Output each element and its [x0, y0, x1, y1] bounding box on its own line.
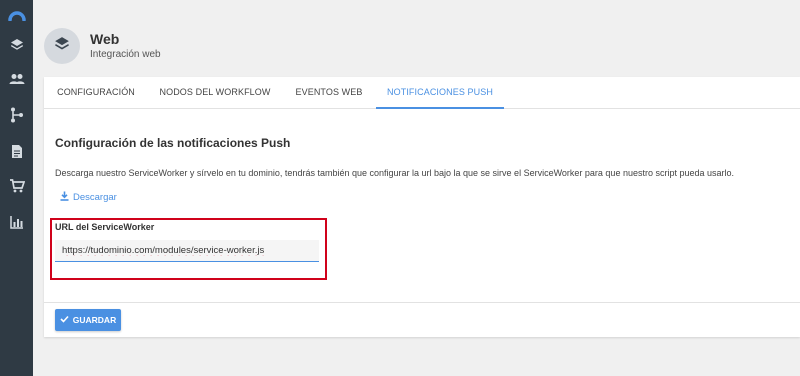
cart-icon[interactable] — [0, 171, 33, 201]
section-title: Configuración de las notificaciones Push — [55, 136, 291, 150]
document-icon[interactable] — [0, 136, 33, 166]
tab-notificaciones-push[interactable]: NOTIFICACIONES PUSH — [376, 77, 504, 109]
bar-chart-icon[interactable] — [0, 207, 33, 237]
layers-icon — [54, 36, 70, 57]
settings-card: CONFIGURACIÓN NODOS DEL WORKFLOW EVENTOS… — [44, 77, 800, 337]
tab-eventos-web[interactable]: EVENTOS WEB — [289, 77, 369, 109]
download-label: Descargar — [73, 192, 117, 203]
logo-arc-icon[interactable] — [0, 0, 33, 30]
save-button-label: GUARDAR — [72, 315, 117, 325]
sidebar — [0, 0, 33, 376]
check-icon — [60, 315, 69, 325]
layers-icon[interactable] — [0, 30, 33, 60]
footer-divider — [44, 302, 800, 303]
page-title: Web — [90, 31, 120, 47]
download-icon — [60, 191, 69, 204]
page-subtitle: Integración web — [90, 49, 161, 60]
tab-bar: CONFIGURACIÓN NODOS DEL WORKFLOW EVENTOS… — [44, 77, 800, 109]
tab-nodos-workflow[interactable]: NODOS DEL WORKFLOW — [154, 77, 276, 109]
download-link[interactable]: Descargar — [60, 191, 117, 204]
serviceworker-url-label: URL del ServiceWorker — [55, 222, 155, 232]
users-icon[interactable] — [0, 64, 33, 94]
app-avatar — [44, 28, 80, 64]
section-description: Descarga nuestro ServiceWorker y sírvelo… — [55, 168, 735, 178]
serviceworker-url-input[interactable] — [55, 240, 319, 262]
tab-configuracion[interactable]: CONFIGURACIÓN — [49, 77, 143, 109]
save-button[interactable]: GUARDAR — [55, 309, 121, 331]
workflow-icon[interactable] — [0, 100, 33, 130]
